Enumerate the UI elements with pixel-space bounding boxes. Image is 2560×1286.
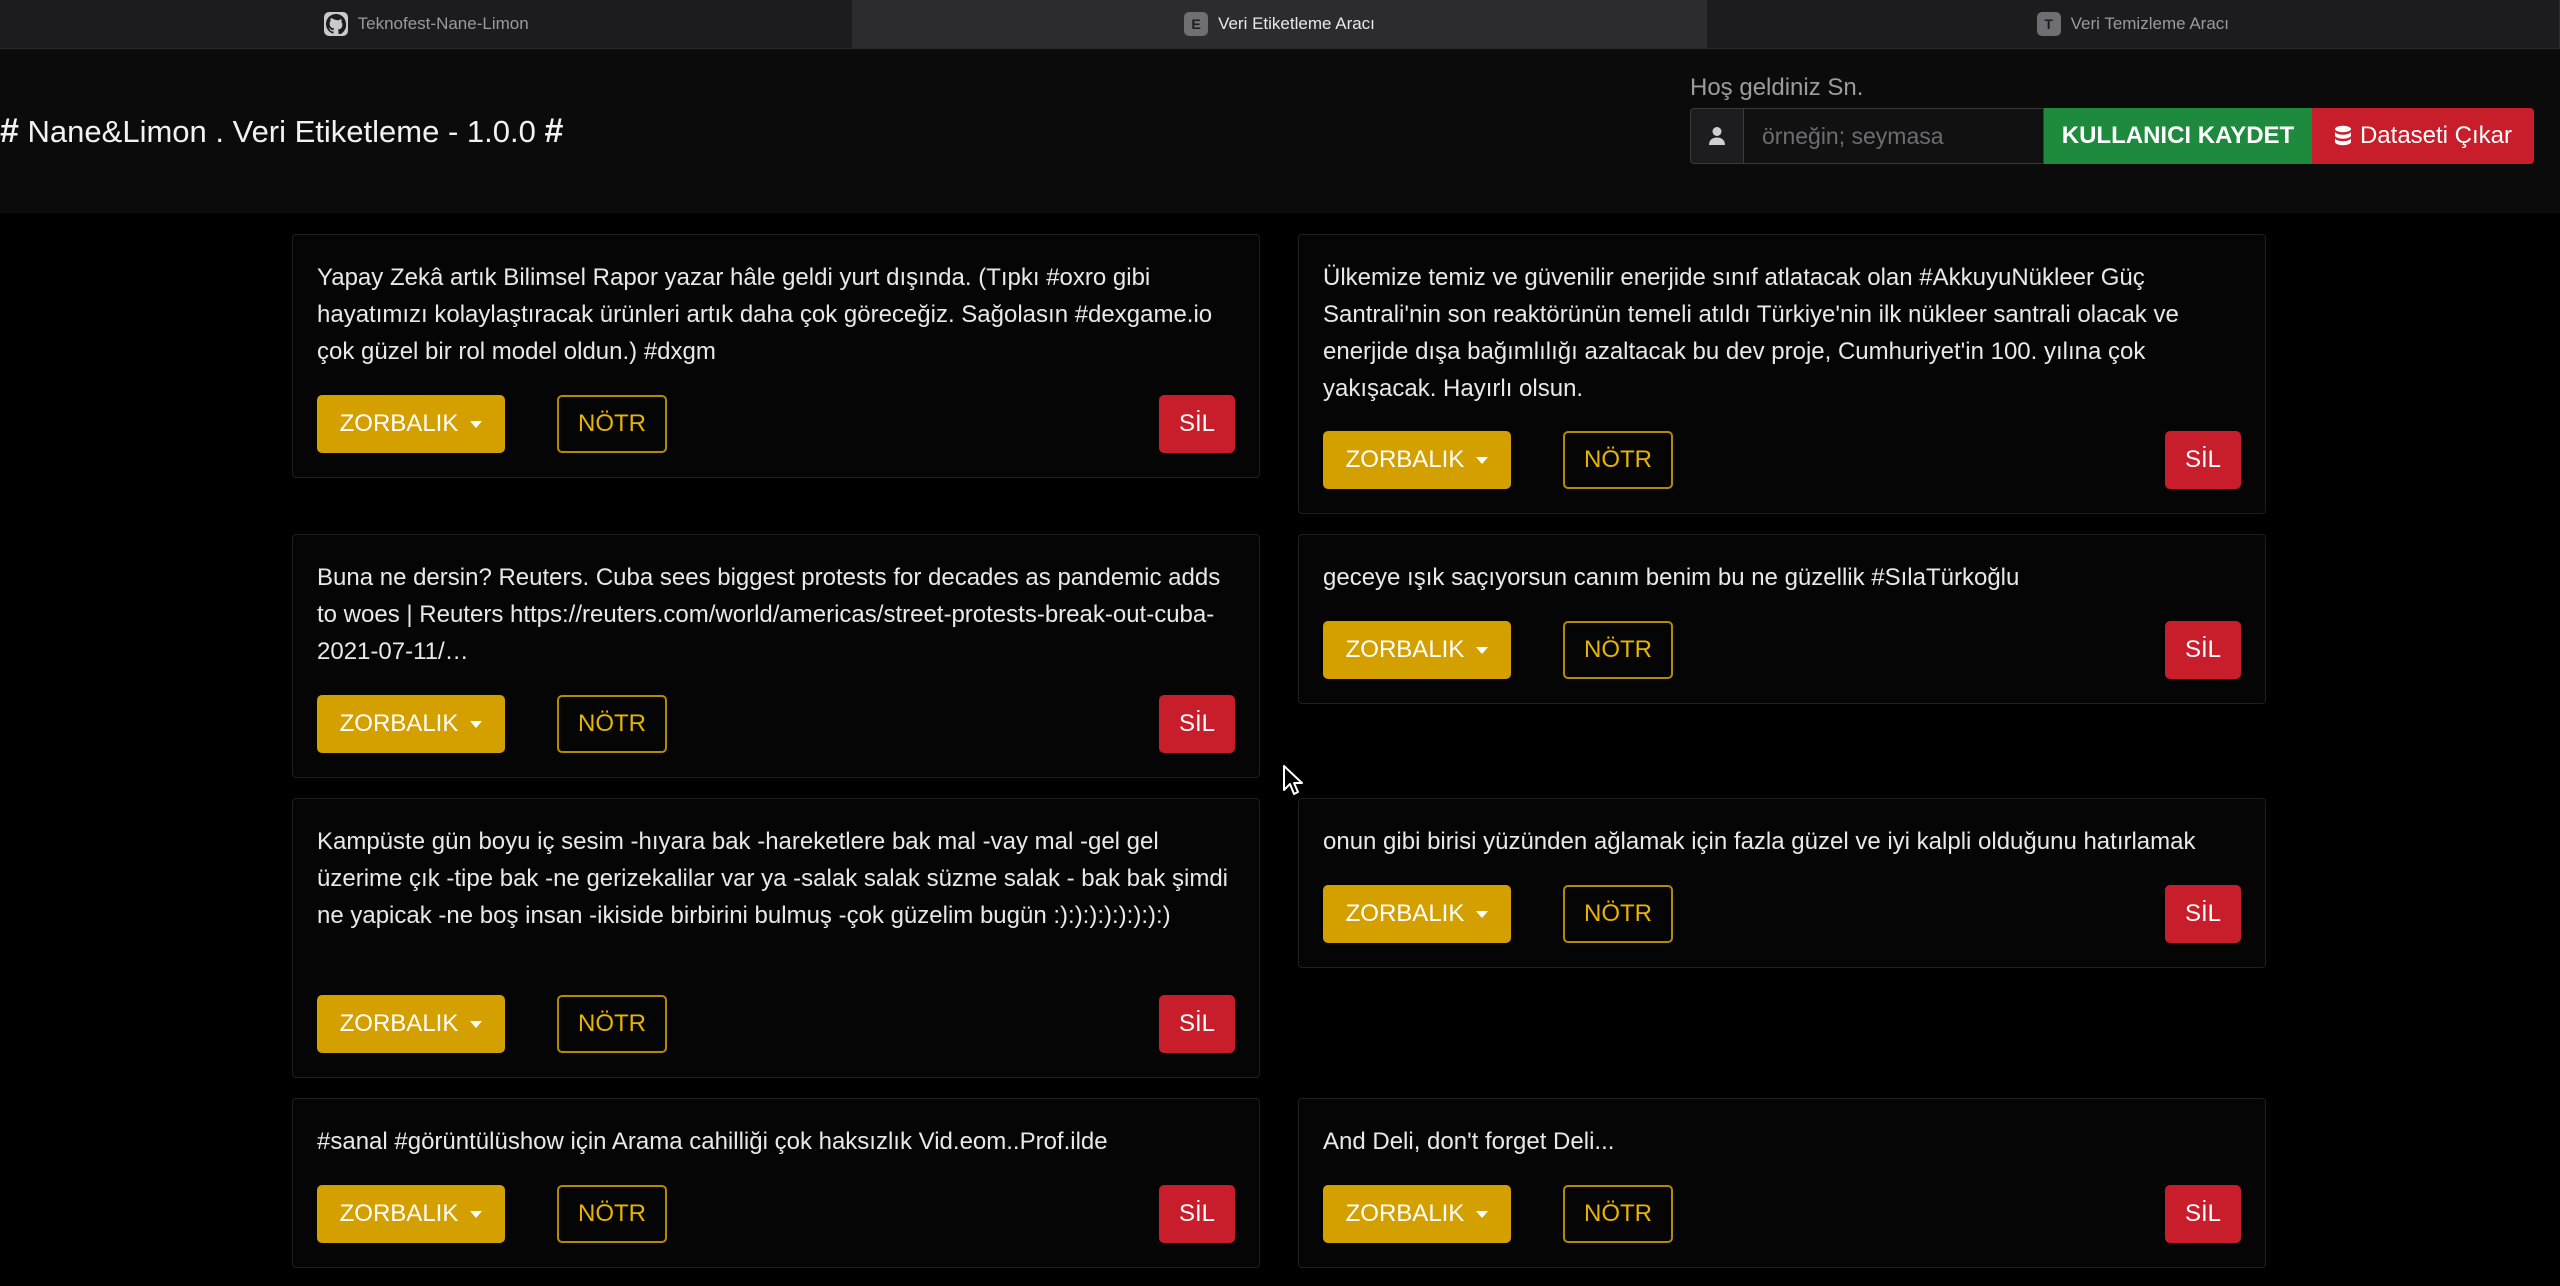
tweet-card: geceye ışık saçıyorsun canım benim bu ne… (1298, 534, 2266, 704)
username-input[interactable] (1744, 108, 2044, 164)
welcome-text: Hoş geldiniz Sn. (1690, 74, 1864, 101)
bully-dropdown-button[interactable]: ZORBALIK (317, 695, 505, 753)
bully-label: ZORBALIK (1345, 1200, 1465, 1227)
bully-dropdown-button[interactable]: ZORBALIK (1323, 431, 1511, 489)
tweet-text: onun gibi birisi yüzünden ağlamak için f… (1323, 828, 2196, 855)
bully-dropdown-button[interactable]: ZORBALIK (317, 995, 505, 1053)
bully-dropdown-button[interactable]: ZORBALIK (317, 395, 505, 453)
neutral-button[interactable]: NÖTR (1563, 1185, 1673, 1243)
tab-label: Veri Temizleme Aracı (2070, 14, 2230, 33)
bully-dropdown-button[interactable]: ZORBALIK (1323, 885, 1511, 943)
tweet-card: Kampüste gün boyu iç sesim -hıyara bak -… (292, 798, 1260, 1078)
neutral-button[interactable]: NÖTR (557, 395, 667, 453)
bully-label: ZORBALIK (339, 710, 459, 737)
export-dataset-label: Dataseti Çıkar (2359, 122, 2513, 149)
tweet-card: Ülkemize temiz ve güvenilir enerjide sın… (1298, 234, 2266, 514)
tab-teknofest-nane-limon[interactable]: Teknofest-Nane-Limon (0, 0, 854, 48)
caret-down-icon (470, 720, 483, 728)
caret-down-icon (1476, 1210, 1489, 1218)
tweet-card: #sanal #görüntülüshow için Arama cahilli… (292, 1098, 1260, 1268)
tweet-text: Buna ne dersin? Reuters. Cuba sees bigge… (317, 564, 1221, 665)
bully-dropdown-button[interactable]: ZORBALIK (1323, 621, 1511, 679)
bully-label: ZORBALIK (339, 1200, 459, 1227)
bully-label: ZORBALIK (1345, 636, 1465, 663)
tab-veri-temizleme[interactable]: T Veri Temizleme Aracı (1707, 0, 2560, 48)
tweet-card: onun gibi birisi yüzünden ağlamak için f… (1298, 798, 2266, 968)
tweet-card: Buna ne dersin? Reuters. Cuba sees bigge… (292, 534, 1260, 778)
tweet-text: Kampüste gün boyu iç sesim -hıyara bak -… (317, 828, 1229, 929)
user-icon (1690, 108, 1744, 164)
database-icon (2334, 125, 2351, 146)
tweet-text: Ülkemize temiz ve güvenilir enerjide sın… (1323, 264, 2179, 402)
page-title: # Nane&Limon . Veri Etiketleme - 1.0.0 # (0, 112, 563, 151)
caret-down-icon (1476, 456, 1489, 464)
bully-label: ZORBALIK (339, 410, 459, 437)
tab-favicon-icon: E (1184, 12, 1209, 36)
tweet-text: Yapay Zekâ artık Bilimsel Rapor yazar hâ… (317, 264, 1213, 365)
tab-veri-etiketleme[interactable]: E Veri Etiketleme Aracı (853, 0, 1707, 48)
user-input-group: KULLANICI KAYDET Dataseti Çıkar (1690, 108, 2534, 164)
bully-label: ZORBALIK (1345, 900, 1465, 927)
bully-label: ZORBALIK (1345, 446, 1465, 473)
neutral-button[interactable]: NÖTR (1563, 621, 1673, 679)
tab-favicon-icon: T (2036, 12, 2061, 36)
neutral-button[interactable]: NÖTR (557, 995, 667, 1053)
caret-down-icon (470, 420, 483, 428)
export-dataset-button[interactable]: Dataseti Çıkar (2312, 108, 2534, 164)
delete-button[interactable]: SİL (2165, 431, 2241, 489)
tweet-text: geceye ışık saçıyorsun canım benim bu ne… (1323, 564, 2020, 591)
tab-label: Veri Etiketleme Aracı (1218, 14, 1375, 33)
neutral-button[interactable]: NÖTR (1563, 885, 1673, 943)
delete-button[interactable]: SİL (2165, 885, 2241, 943)
neutral-button[interactable]: NÖTR (557, 695, 667, 753)
github-icon (323, 12, 348, 36)
bully-dropdown-button[interactable]: ZORBALIK (317, 1185, 505, 1243)
caret-down-icon (1476, 910, 1489, 918)
bully-dropdown-button[interactable]: ZORBALIK (1323, 1185, 1511, 1243)
tweet-card: And Deli, don't forget Deli... ZORBALIK … (1298, 1098, 2266, 1268)
tweet-text: #sanal #görüntülüshow için Arama cahilli… (317, 1128, 1108, 1155)
mouse-cursor-icon (1282, 764, 1306, 803)
delete-button[interactable]: SİL (1159, 995, 1235, 1053)
page-title-text: Nane&Limon . Veri Etiketleme - 1.0.0 (27, 114, 536, 149)
delete-button[interactable]: SİL (1159, 695, 1235, 753)
delete-button[interactable]: SİL (1159, 1185, 1235, 1243)
tweet-text: And Deli, don't forget Deli... (1323, 1128, 1615, 1155)
neutral-button[interactable]: NÖTR (1563, 431, 1673, 489)
save-user-button[interactable]: KULLANICI KAYDET (2044, 108, 2312, 164)
delete-button[interactable]: SİL (1159, 395, 1235, 453)
caret-down-icon (1476, 646, 1489, 654)
tab-label: Teknofest-Nane-Limon (357, 14, 529, 33)
caret-down-icon (470, 1210, 483, 1218)
hash-icon: # (0, 112, 19, 150)
delete-button[interactable]: SİL (2165, 621, 2241, 679)
neutral-button[interactable]: NÖTR (557, 1185, 667, 1243)
caret-down-icon (470, 1020, 483, 1028)
browser-tab-bar: Teknofest-Nane-Limon E Veri Etiketleme A… (0, 0, 2560, 49)
delete-button[interactable]: SİL (2165, 1185, 2241, 1243)
tweet-card: Yapay Zekâ artık Bilimsel Rapor yazar hâ… (292, 234, 1260, 478)
hash-icon: # (544, 112, 564, 150)
bully-label: ZORBALIK (339, 1010, 459, 1037)
